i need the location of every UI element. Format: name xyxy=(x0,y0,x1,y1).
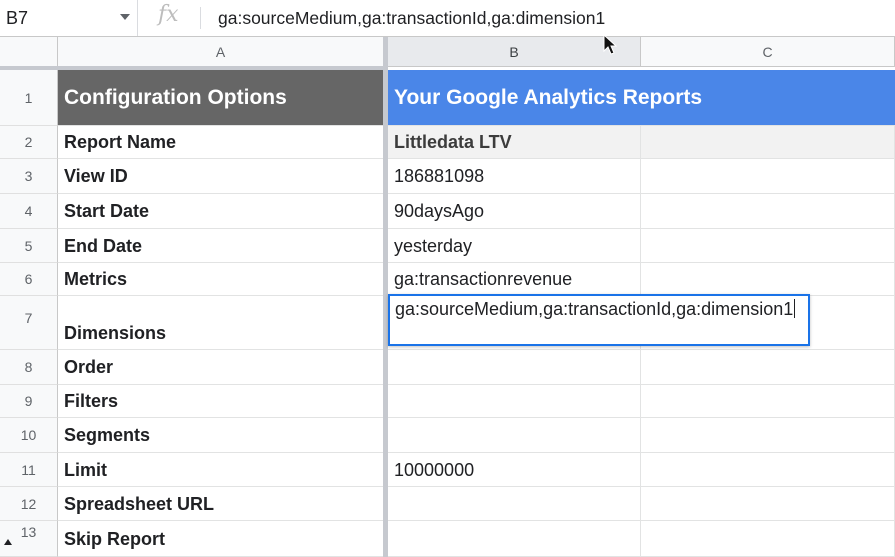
cell-b8[interactable] xyxy=(388,350,641,385)
cell-b9[interactable] xyxy=(388,385,641,418)
select-all-corner[interactable] xyxy=(0,37,58,67)
frozen-row-divider[interactable] xyxy=(0,66,388,70)
cell-a13[interactable]: Skip Report xyxy=(58,521,384,557)
cell-a8[interactable]: Order xyxy=(58,350,384,385)
mouse-pointer-icon xyxy=(603,34,617,55)
row-header-3[interactable]: 3 xyxy=(0,159,58,194)
cell-b11[interactable]: 10000000 xyxy=(388,453,641,487)
row-header-9[interactable]: 9 xyxy=(0,385,58,418)
collapse-arrow-icon[interactable] xyxy=(4,539,12,545)
cell-a9[interactable]: Filters xyxy=(58,385,384,418)
cell-a4[interactable]: Start Date xyxy=(58,194,384,229)
cell-a2[interactable]: Report Name xyxy=(58,126,384,159)
row-header-5[interactable]: 5 xyxy=(0,229,58,263)
cell-c9[interactable] xyxy=(641,385,895,418)
cell-b3[interactable]: 186881098 xyxy=(388,159,641,194)
row-header-4[interactable]: 4 xyxy=(0,194,58,229)
cell-b1[interactable]: Your Google Analytics Reports xyxy=(388,70,895,126)
cell-c8[interactable] xyxy=(641,350,895,385)
row-header-10[interactable]: 10 xyxy=(0,418,58,453)
row-header-2[interactable]: 2 xyxy=(0,126,58,159)
column-header-a[interactable]: A xyxy=(58,37,384,67)
name-box-value: B7 xyxy=(6,8,29,28)
cell-a1[interactable]: Configuration Options xyxy=(58,70,384,126)
cell-c4[interactable] xyxy=(641,194,895,229)
cell-editor[interactable]: ga:sourceMedium,ga:transactionId,ga:dime… xyxy=(388,294,810,346)
fx-icon: fx xyxy=(158,2,179,27)
row-header-6[interactable]: 6 xyxy=(0,263,58,296)
chevron-down-icon[interactable] xyxy=(120,14,130,20)
cell-a10[interactable]: Segments xyxy=(58,418,384,453)
cell-c12[interactable] xyxy=(641,487,895,521)
formula-divider xyxy=(200,7,201,29)
row-header-1[interactable]: 1 xyxy=(0,70,58,126)
cell-c13[interactable] xyxy=(641,521,895,557)
formula-bar: B7 fx ga:sourceMedium,ga:transactionId,g… xyxy=(0,0,895,37)
cell-a3[interactable]: View ID xyxy=(58,159,384,194)
row-header-8[interactable]: 8 xyxy=(0,350,58,385)
cell-b5[interactable]: yesterday xyxy=(388,229,641,263)
cell-b10[interactable] xyxy=(388,418,641,453)
cell-editor-text: ga:sourceMedium,ga:transactionId,ga:dime… xyxy=(395,299,794,319)
cell-c5[interactable] xyxy=(641,229,895,263)
column-header-c[interactable]: C xyxy=(641,37,895,67)
cell-b2[interactable]: Littledata LTV xyxy=(388,126,641,159)
cell-a11[interactable]: Limit xyxy=(58,453,384,487)
text-caret xyxy=(794,299,796,318)
cell-a12[interactable]: Spreadsheet URL xyxy=(58,487,384,521)
cell-a6[interactable]: Metrics xyxy=(58,263,384,296)
row-header-7[interactable]: 7 xyxy=(0,296,58,350)
cell-a5[interactable]: End Date xyxy=(58,229,384,263)
cell-c6[interactable] xyxy=(641,263,895,296)
cell-c11[interactable] xyxy=(641,453,895,487)
cell-b6[interactable]: ga:transactionrevenue xyxy=(388,263,641,296)
cell-a7[interactable]: Dimensions xyxy=(58,296,384,350)
cell-c10[interactable] xyxy=(641,418,895,453)
cell-b12[interactable] xyxy=(388,487,641,521)
cell-b13[interactable] xyxy=(388,521,641,557)
formula-input[interactable]: ga:sourceMedium,ga:transactionId,ga:dime… xyxy=(218,8,605,29)
row-header-12[interactable]: 12 xyxy=(0,487,58,521)
cell-c3[interactable] xyxy=(641,159,895,194)
cell-c2[interactable] xyxy=(641,126,895,159)
row-header-11[interactable]: 11 xyxy=(0,453,58,487)
name-box[interactable]: B7 xyxy=(0,0,138,36)
cell-b4[interactable]: 90daysAgo xyxy=(388,194,641,229)
